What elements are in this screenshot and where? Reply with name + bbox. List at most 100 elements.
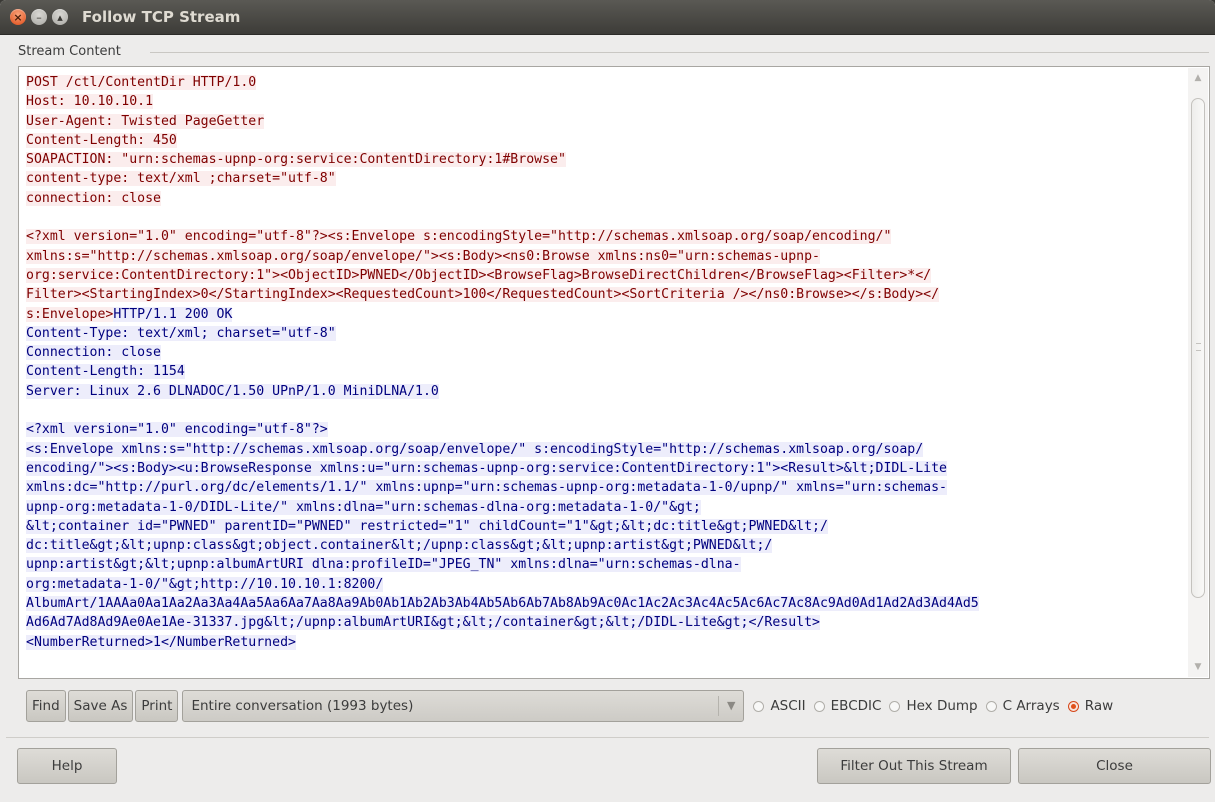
server-text: &lt;container id="PWNED" parentID="PWNED… — [26, 518, 828, 534]
stream-line: upnp:artist&gt;&lt;upnp:albumArtURI dlna… — [26, 555, 1187, 574]
stream-line: upnp-org:metadata-1-0/DIDL-Lite/" xmlns:… — [26, 498, 1187, 517]
footer-separator — [6, 737, 1209, 738]
help-button[interactable]: Help — [17, 748, 117, 784]
stream-line: User-Agent: Twisted PageGetter — [26, 112, 1187, 131]
scroll-down-arrow-icon[interactable]: ▼ — [1188, 659, 1208, 675]
radio-label: Raw — [1084, 698, 1114, 714]
save-as-button[interactable]: Save As — [67, 690, 134, 722]
client-text: connection: close — [26, 190, 161, 206]
server-text: Content-Length: 1154 — [26, 364, 185, 380]
client-text: Content-Length: 450 — [26, 132, 177, 148]
client-text: content-type: text/xml ;charset="utf-8" — [26, 171, 336, 187]
conversation-select[interactable]: Entire conversation (1993 bytes) ▼ — [182, 690, 745, 722]
stream-line: SOAPACTION: "urn:schemas-upnp-org:servic… — [26, 150, 1187, 169]
stream-line: Host: 10.10.10.1 — [26, 92, 1187, 111]
client-text: Filter><StartingIndex>0</StartingIndex><… — [26, 287, 940, 303]
stream-line: <?xml version="1.0" encoding="utf-8"?><s… — [26, 227, 1187, 246]
stream-line: Filter><StartingIndex>0</StartingIndex><… — [26, 285, 1187, 304]
stream-line: Content-Length: 1154 — [26, 362, 1187, 381]
radio-button[interactable] — [1067, 700, 1079, 712]
filter-out-stream-button[interactable]: Filter Out This Stream — [817, 748, 1011, 784]
server-text: encoding/"><s:Body><u:BrowseResponse xml… — [26, 460, 947, 476]
server-text: <s:Envelope xmlns:s="http://schemas.xmls… — [26, 441, 924, 457]
stream-line — [26, 208, 1187, 227]
minimize-icon[interactable]: – — [31, 9, 47, 25]
radio-button[interactable] — [753, 700, 765, 712]
title-bar: × – ▴ Follow TCP Stream — [0, 0, 1215, 35]
conversation-select-value: Entire conversation (1993 bytes) — [191, 698, 414, 714]
stream-line: content-type: text/xml ;charset="utf-8" — [26, 169, 1187, 188]
radio-button[interactable] — [889, 700, 901, 712]
stream-line: POST /ctl/ContentDir HTTP/1.0 — [26, 73, 1187, 92]
stream-line: <s:Envelope xmlns:s="http://schemas.xmls… — [26, 440, 1187, 459]
stream-toolbar: Find Save As Print Entire conversation (… — [26, 690, 1209, 722]
stream-line: &lt;container id="PWNED" parentID="PWNED… — [26, 517, 1187, 536]
stream-line: Content-Type: text/xml; charset="utf-8" — [26, 324, 1187, 343]
server-text: Content-Type: text/xml; charset="utf-8" — [26, 325, 336, 341]
server-text: upnp:artist&gt;&lt;upnp:albumArtURI dlna… — [26, 557, 741, 573]
server-text: dc:title&gt;&lt;upnp:class&gt;object.con… — [26, 538, 773, 554]
stream-line: s:Envelope>HTTP/1.1 200 OK — [26, 305, 1187, 324]
format-option-ascii[interactable]: ASCII — [753, 698, 806, 714]
client-text: <?xml version="1.0" encoding="utf-8"?><s… — [26, 229, 892, 245]
stream-line: Server: Linux 2.6 DLNADOC/1.50 UPnP/1.0 … — [26, 382, 1187, 401]
server-text: AlbumArt/1AAAa0Aa1Aa2Aa3Aa4Aa5Aa6Aa7Aa8A… — [26, 596, 979, 612]
close-icon[interactable]: × — [10, 9, 26, 25]
maximize-icon[interactable]: ▴ — [52, 9, 68, 25]
close-button[interactable]: Close — [1018, 748, 1211, 784]
client-text: SOAPACTION: "urn:schemas-upnp-org:servic… — [26, 152, 566, 168]
server-text: Connection: close — [26, 345, 161, 361]
stream-line: connection: close — [26, 189, 1187, 208]
format-option-ebcdic[interactable]: EBCDIC — [813, 698, 882, 714]
follow-tcp-stream-window: × – ▴ Follow TCP Stream Stream Content P… — [0, 0, 1215, 802]
client-text: org:service:ContentDirectory:1"><ObjectI… — [26, 267, 932, 283]
server-text: <?xml version="1.0" encoding="utf-8"?> — [26, 422, 328, 438]
stream-line: Ad6Ad7Ad8Ad9Ae0Ae1Ae-31337.jpg&lt;/upnp:… — [26, 613, 1187, 632]
server-text: org:metadata-1-0/"&gt;http://10.10.10.1:… — [26, 576, 384, 592]
server-text: Ad6Ad7Ad8Ad9Ae0Ae1Ae-31337.jpg&lt;/upnp:… — [26, 615, 820, 631]
stream-content-label: Stream Content — [18, 44, 121, 59]
stream-line: AlbumArt/1AAAa0Aa1Aa2Aa3Aa4Aa5Aa6Aa7Aa8A… — [26, 594, 1187, 613]
radio-button[interactable] — [813, 700, 825, 712]
stream-line: xmlns:dc="http://purl.org/dc/elements/1.… — [26, 478, 1187, 497]
stream-line: encoding/"><s:Body><u:BrowseResponse xml… — [26, 459, 1187, 478]
print-button[interactable]: Print — [135, 690, 179, 722]
radio-button[interactable] — [985, 700, 997, 712]
stream-line: Connection: close — [26, 343, 1187, 362]
client-text: s:Envelope> — [26, 306, 114, 322]
radio-label: Hex Dump — [906, 698, 978, 714]
chevron-down-icon: ▼ — [717, 696, 735, 716]
stream-text[interactable]: POST /ctl/ContentDir HTTP/1.0 Host: 10.10… — [26, 73, 1187, 652]
client-text: xmlns:s="http://schemas.xmlsoap.org/soap… — [26, 248, 820, 264]
stream-line — [26, 401, 1187, 420]
client-text: Host: 10.10.10.1 — [26, 94, 154, 110]
client-text: POST /ctl/ContentDir HTTP/1.0 — [26, 75, 257, 90]
stream-line: <?xml version="1.0" encoding="utf-8"?> — [26, 420, 1187, 439]
scrollbar-thumb[interactable] — [1191, 98, 1205, 598]
server-text: upnp-org:metadata-1-0/DIDL-Lite/" xmlns:… — [26, 499, 701, 515]
format-option-c-arrays[interactable]: C Arrays — [985, 698, 1060, 714]
server-text: <NumberReturned>1</NumberReturned> — [26, 634, 296, 650]
stream-line: xmlns:s="http://schemas.xmlsoap.org/soap… — [26, 247, 1187, 266]
client-text: User-Agent: Twisted PageGetter — [26, 113, 265, 129]
grip-icon — [1196, 343, 1201, 351]
radio-label: EBCDIC — [830, 698, 882, 714]
stream-content-view[interactable]: POST /ctl/ContentDir HTTP/1.0 Host: 10.10… — [18, 66, 1210, 679]
stream-line: org:metadata-1-0/"&gt;http://10.10.10.1:… — [26, 575, 1187, 594]
vertical-scrollbar[interactable]: ▲ ▼ — [1188, 68, 1208, 677]
radio-label: C Arrays — [1002, 698, 1060, 714]
window-title: Follow TCP Stream — [82, 8, 241, 26]
radio-label: ASCII — [770, 698, 806, 714]
server-text: xmlns:dc="http://purl.org/dc/elements/1.… — [26, 480, 947, 496]
frame-divider — [150, 52, 1209, 53]
format-radio-group: ASCII EBCDIC Hex Dump C Arrays Raw — [753, 698, 1121, 714]
stream-line: <NumberReturned>1</NumberReturned> — [26, 633, 1187, 652]
format-option-raw[interactable]: Raw — [1067, 698, 1114, 714]
find-button[interactable]: Find — [26, 690, 66, 722]
scroll-up-arrow-icon[interactable]: ▲ — [1188, 70, 1208, 86]
stream-line: org:service:ContentDirectory:1"><ObjectI… — [26, 266, 1187, 285]
stream-line: Content-Length: 450 — [26, 131, 1187, 150]
server-text: HTTP/1.1 200 OK — [113, 306, 233, 322]
server-text: Server: Linux 2.6 DLNADOC/1.50 UPnP/1.0 … — [26, 383, 439, 399]
format-option-hex-dump[interactable]: Hex Dump — [889, 698, 978, 714]
